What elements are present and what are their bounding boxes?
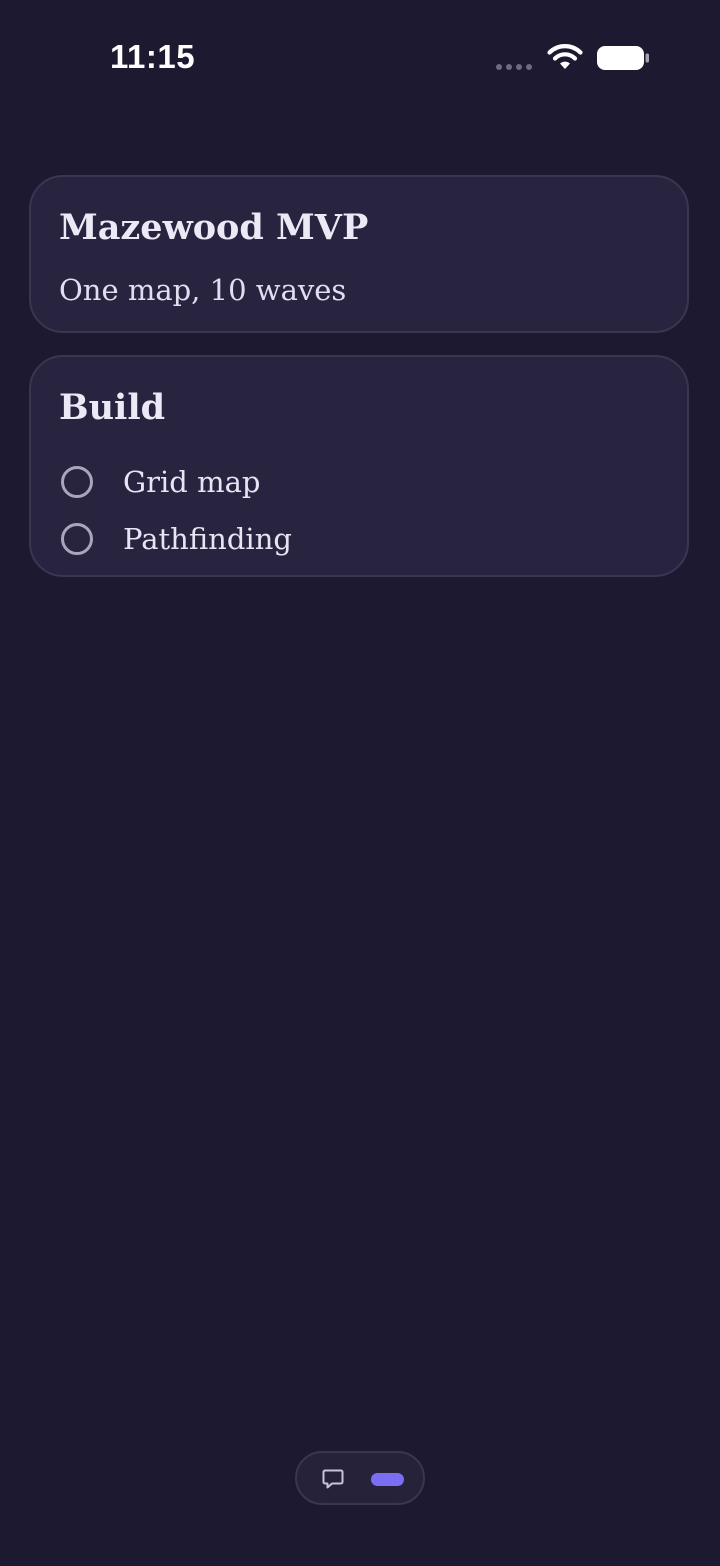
task-item-grid-map[interactable]: Grid map [61, 453, 292, 510]
build-section-title: Build [59, 387, 166, 428]
task-label: Grid map [123, 464, 261, 499]
bottom-view-switcher [295, 1451, 425, 1505]
task-label: Pathfinding [123, 521, 292, 556]
task-checkbox[interactable] [61, 522, 93, 555]
signal-dots-icon [496, 64, 532, 70]
project-title: Mazewood MVP [59, 207, 369, 248]
battery-icon [597, 46, 649, 70]
task-list: Grid map Pathfinding [61, 453, 292, 567]
project-subtitle: One map, 10 waves [59, 273, 347, 307]
project-card[interactable]: Mazewood MVP One map, 10 waves [29, 175, 689, 333]
status-clock: 11:15 [110, 38, 196, 75]
task-item-pathfinding[interactable]: Pathfinding [61, 510, 292, 567]
build-card: Build Grid map Pathfinding [29, 355, 689, 577]
active-pill-indicator[interactable] [371, 1473, 404, 1486]
chat-icon[interactable] [321, 1467, 345, 1491]
task-checkbox[interactable] [61, 465, 93, 498]
wifi-icon [547, 44, 583, 69]
status-bar: 11:15 [0, 0, 720, 116]
